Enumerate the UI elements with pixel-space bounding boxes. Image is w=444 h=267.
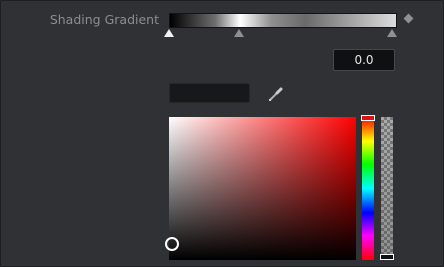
alpha-slider[interactable] [381,117,393,260]
gradient-stop-middle[interactable] [234,29,244,37]
hue-slider-handle[interactable] [361,115,375,121]
gradient-value-text: 0.0 [354,53,374,67]
saturation-value-area[interactable] [169,117,356,260]
shading-gradient-label: Shading Gradient [49,12,159,27]
gradient-value-field[interactable]: 0.0 [333,49,395,71]
hue-slider[interactable] [362,117,374,260]
saturation-value-cursor[interactable] [165,237,179,251]
alpha-slider-handle[interactable] [380,254,394,260]
color-swatch[interactable] [169,83,250,103]
gradient-stop-right[interactable] [387,29,397,37]
shading-gradient-bar[interactable] [169,13,397,28]
eyedropper-icon[interactable] [266,84,286,104]
gradient-stop-left[interactable] [164,29,174,37]
